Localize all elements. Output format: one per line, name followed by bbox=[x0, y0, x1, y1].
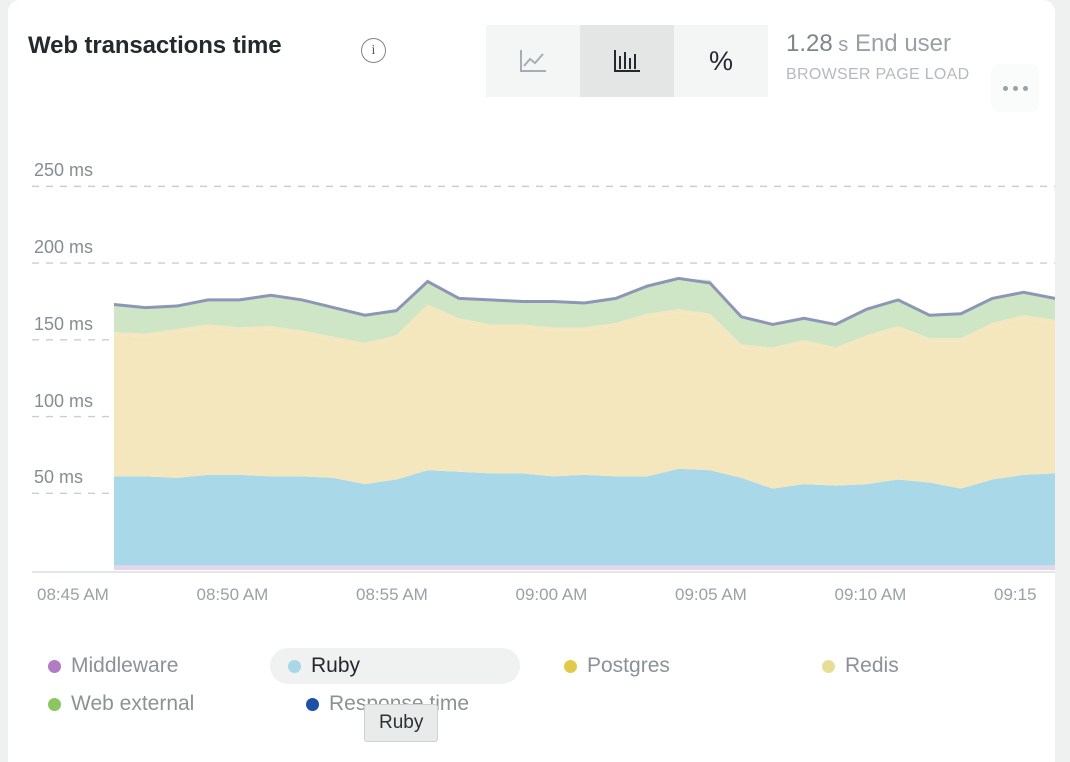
legend-color-swatch bbox=[822, 659, 835, 673]
web-transactions-time-card: Web transactions time i APP SERVER bbox=[8, 0, 1056, 762]
line-chart-icon bbox=[518, 47, 548, 75]
area-series-ruby bbox=[114, 468, 1055, 566]
y-axis-tick-label: 250 ms bbox=[34, 160, 94, 181]
legend-item-label: Redis bbox=[845, 654, 899, 677]
x-axis-tick-label: 08:55 AM bbox=[356, 585, 428, 604]
legend-color-swatch bbox=[288, 659, 301, 673]
legend-item-label: Web external bbox=[71, 692, 195, 715]
legend-item-middleware[interactable]: Middleware bbox=[30, 648, 196, 684]
chart-svg bbox=[32, 185, 1056, 573]
line-chart-button[interactable] bbox=[486, 25, 580, 97]
legend-tooltip: Ruby bbox=[364, 704, 439, 742]
x-axis-tick-label: 09:15 bbox=[994, 585, 1037, 604]
legend-row: Web externalResponse time bbox=[30, 686, 1050, 724]
y-axis-tick-label: 200 ms bbox=[34, 237, 94, 258]
x-axis-tick-label: 08:45 AM bbox=[37, 585, 109, 604]
legend-item-label: Ruby bbox=[311, 654, 361, 677]
percent-icon: % bbox=[708, 45, 733, 76]
legend-color-swatch bbox=[306, 697, 319, 711]
area-chart: 50 ms 100 ms 150 ms 200 ms 250 ms 08:45 AM 08… bbox=[8, 130, 1056, 604]
stat-value: 1.28 bbox=[786, 30, 833, 57]
stat-name: End user bbox=[854, 30, 952, 57]
legend-color-swatch bbox=[48, 697, 61, 711]
y-axis-tick-label: 150 ms bbox=[34, 313, 94, 334]
stat-primary-line: 1.28 s End user bbox=[786, 30, 970, 58]
x-axis-tick-label: 08:50 AM bbox=[196, 585, 269, 604]
chart-type-button-group: % bbox=[486, 25, 768, 97]
x-axis-tick-label: 09:10 AM bbox=[834, 585, 907, 604]
bar-chart-button[interactable] bbox=[580, 25, 674, 97]
x-axis-tick-label: 09:05 AM bbox=[675, 585, 747, 604]
stat-sublabel: BROWSER PAGE LOAD bbox=[786, 66, 970, 83]
more-options-button[interactable] bbox=[991, 64, 1039, 112]
legend-row: Middleware Ruby Postgres Redis bbox=[30, 648, 1050, 686]
x-axis-labels: 08:45 AM 08:50 AM 08:55 AM 09:00 AM 09:05 AM… bbox=[8, 585, 1055, 615]
legend-item-ruby[interactable]: Ruby bbox=[270, 648, 520, 684]
chart-legend: Middleware Ruby Postgres Redis Web external… bbox=[30, 648, 1050, 724]
legend-item-label: Postgres bbox=[587, 654, 670, 677]
bar-chart-icon bbox=[612, 47, 642, 75]
stat-unit: s bbox=[838, 34, 849, 56]
legend-item-web-external[interactable]: Web external bbox=[30, 686, 212, 722]
area-series-middleware bbox=[114, 565, 1055, 570]
y-axis-tick-label: 50 ms bbox=[34, 467, 84, 488]
legend-color-swatch bbox=[48, 659, 61, 673]
percent-button[interactable]: % bbox=[674, 25, 768, 97]
y-axis-tick-label: 100 ms bbox=[34, 390, 94, 411]
legend-item-label: Middleware bbox=[71, 654, 179, 677]
end-user-stat: 1.28 s End user BROWSER PAGE LOAD bbox=[786, 30, 970, 84]
x-axis-tick-label: 09:00 AM bbox=[515, 585, 588, 604]
info-icon[interactable]: i bbox=[361, 38, 386, 63]
legend-color-swatch bbox=[564, 659, 577, 673]
legend-item-postgres[interactable]: Postgres bbox=[546, 648, 688, 684]
chart-plot-area[interactable] bbox=[8, 130, 1056, 575]
legend-item-redis[interactable]: Redis bbox=[804, 648, 917, 684]
ellipsis-icon bbox=[1002, 85, 1028, 91]
page-title: Web transactions time bbox=[28, 32, 282, 59]
screen: Web transactions time i APP SERVER bbox=[0, 0, 1070, 762]
